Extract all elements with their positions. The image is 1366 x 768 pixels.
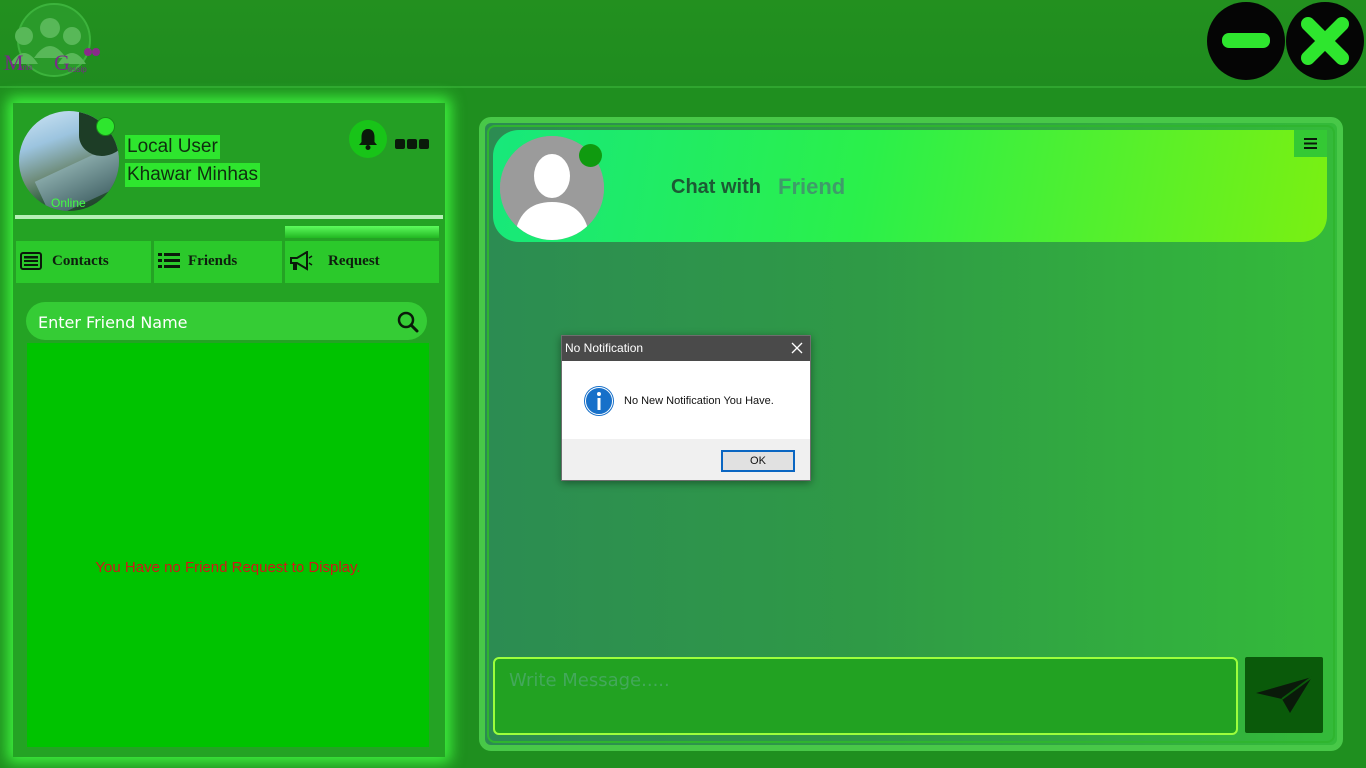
more-options-button[interactable] <box>395 134 433 149</box>
message-box <box>493 657 1238 735</box>
dialog-footer: OK <box>562 439 810 480</box>
tab-friends[interactable]: Friends <box>154 241 282 283</box>
dialog-message: No New Notification You Have. <box>624 395 774 407</box>
tab-bar: Contacts Friends Request <box>16 241 442 283</box>
friend-online-dot <box>579 144 602 167</box>
profile-section: Online Local User Khawar Minhas <box>13 103 445 215</box>
dialog-close-button[interactable] <box>784 336 810 361</box>
close-icon <box>1301 17 1349 65</box>
dialog-title: No Notification <box>565 341 644 355</box>
notification-button[interactable] <box>349 120 387 158</box>
chat-menu-button[interactable] <box>1294 130 1327 157</box>
chat-title: Chat with <box>671 176 761 198</box>
close-icon <box>791 342 803 354</box>
empty-list-message: You Have no Friend Request to Display. <box>95 559 361 576</box>
megaphone-icon <box>290 251 313 271</box>
online-status-label: Online <box>51 196 86 210</box>
paper-plane-icon <box>1256 676 1312 713</box>
search-input[interactable] <box>38 311 388 333</box>
chat-header: Chat with Friend <box>493 130 1327 242</box>
minimize-button[interactable] <box>1207 2 1285 80</box>
search-icon[interactable] <box>397 311 419 333</box>
svg-text:anis: anis <box>18 63 33 72</box>
message-input[interactable] <box>509 668 1209 692</box>
svg-text:ossip: ossip <box>68 65 87 74</box>
friend-list: You Have no Friend Request to Display. <box>27 343 429 747</box>
chat-friend-name: Friend <box>778 174 846 199</box>
hamburger-icon <box>1304 138 1317 149</box>
tab-friends-label: Friends <box>188 253 238 269</box>
more-dots-icon <box>395 134 431 153</box>
online-status-dot <box>96 117 115 136</box>
title-bar: M G anis ossip <box>0 0 1366 88</box>
tab-request-label: Request <box>328 253 380 269</box>
contacts-card-icon <box>20 252 42 270</box>
tab-contacts-label: Contacts <box>52 253 109 269</box>
list-icon <box>158 253 180 268</box>
friend-list-panel: You Have no Friend Request to Display. <box>13 297 445 757</box>
user-name-label: Khawar Minhas <box>125 163 260 187</box>
dialog-title-bar: No Notification <box>562 336 810 361</box>
send-button[interactable] <box>1245 657 1323 733</box>
minus-icon <box>1222 33 1270 48</box>
profile-divider <box>15 215 443 219</box>
bell-icon <box>359 129 377 150</box>
ok-button[interactable]: OK <box>721 450 795 472</box>
notification-dialog: No Notification No New Notification You … <box>561 335 811 481</box>
sidebar-panel: Online Local User Khawar Minhas Contacts <box>13 103 445 757</box>
info-icon <box>584 386 614 416</box>
loading-bar <box>285 226 439 238</box>
app-logo: M G anis ossip <box>2 2 108 82</box>
search-bar <box>26 302 427 340</box>
tab-request[interactable]: Request <box>285 241 439 283</box>
tab-contacts[interactable]: Contacts <box>16 241 151 283</box>
user-type-label: Local User <box>125 135 220 159</box>
close-button[interactable] <box>1286 2 1364 80</box>
